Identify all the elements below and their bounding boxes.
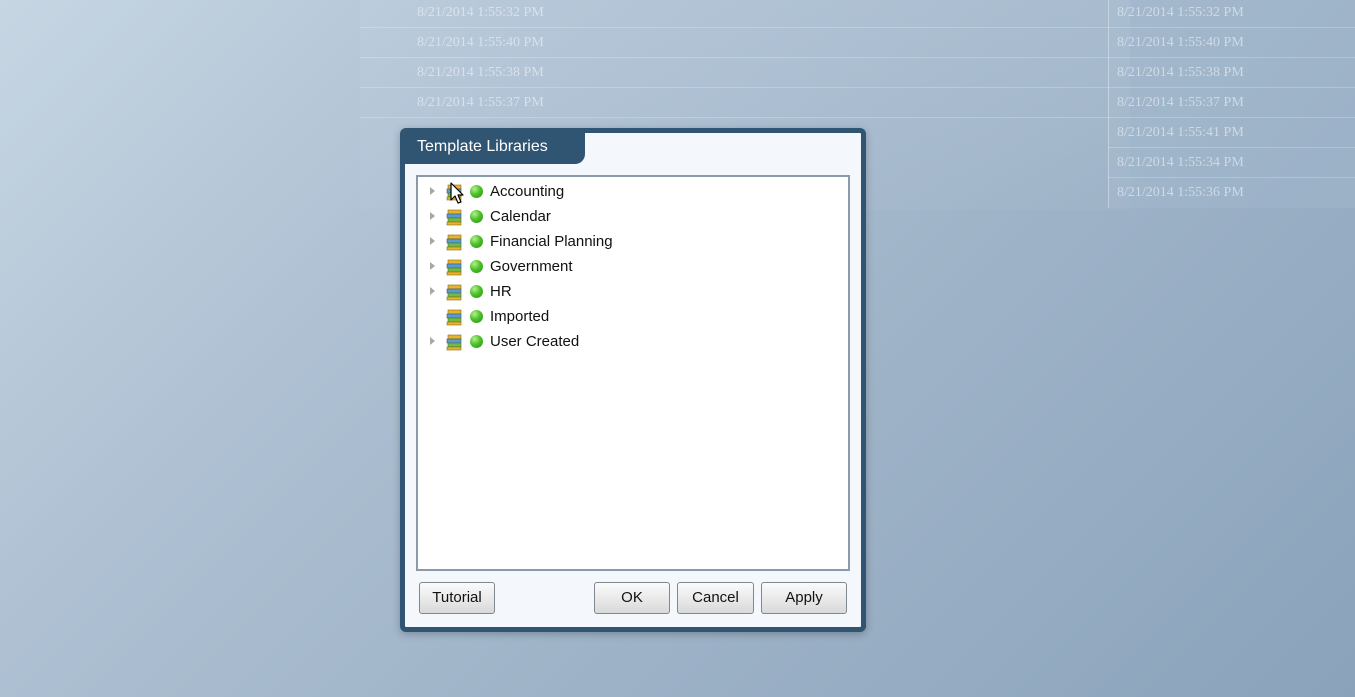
library-books-icon: [446, 234, 462, 251]
library-books-icon: [446, 334, 462, 351]
ok-button[interactable]: OK: [594, 582, 670, 614]
tree-item-label: Government: [490, 258, 573, 275]
status-green-icon: [470, 260, 483, 273]
expand-arrow-icon[interactable]: [430, 262, 435, 270]
library-books-icon: [446, 209, 462, 226]
library-books-icon: [446, 309, 462, 326]
library-books-icon: [446, 259, 462, 276]
library-tree[interactable]: Accounting Calendar Financial Planning G…: [416, 175, 850, 571]
status-green-icon: [470, 310, 483, 323]
background-divider: [360, 27, 1355, 28]
background-time: 8/21/2014 1:55:37 PM: [417, 95, 544, 110]
tree-item-user-created[interactable]: User Created: [418, 330, 838, 354]
background-time: 8/21/2014 1:55:38 PM: [1117, 65, 1244, 80]
status-green-icon: [470, 210, 483, 223]
status-green-icon: [470, 335, 483, 348]
template-libraries-dialog: Template Libraries Accounting Calendar F…: [400, 128, 866, 632]
background-divider: [360, 117, 1355, 118]
background-time: 8/21/2014 1:55:40 PM: [417, 35, 544, 50]
background-time: 8/21/2014 1:55:36 PM: [1117, 185, 1244, 200]
tree-item-government[interactable]: Government: [418, 255, 838, 279]
background-time: 8/21/2014 1:55:41 PM: [1117, 125, 1244, 140]
mouse-pointer-icon: [450, 182, 464, 204]
expand-arrow-icon[interactable]: [430, 287, 435, 295]
background-divider: [1108, 147, 1355, 148]
background-time: 8/21/2014 1:55:40 PM: [1117, 35, 1244, 50]
tree-item-label: Financial Planning: [490, 233, 613, 250]
background-time: 8/21/2014 1:55:38 PM: [417, 65, 544, 80]
background-divider: [1108, 177, 1355, 178]
expand-arrow-icon[interactable]: [430, 212, 435, 220]
dialog-title: Template Libraries: [404, 132, 585, 164]
status-green-icon: [470, 285, 483, 298]
tree-item-label: Calendar: [490, 208, 551, 225]
status-green-icon: [470, 185, 483, 198]
tree-item-label: HR: [490, 283, 512, 300]
background-divider: [360, 57, 1355, 58]
background-time: 8/21/2014 1:55:32 PM: [1117, 5, 1244, 20]
expand-arrow-icon[interactable]: [430, 237, 435, 245]
tutorial-button[interactable]: Tutorial: [419, 582, 495, 614]
status-green-icon: [470, 235, 483, 248]
expand-arrow-icon[interactable]: [430, 337, 435, 345]
tree-item-hr[interactable]: HR: [418, 280, 838, 304]
tree-item-label: User Created: [490, 333, 580, 350]
tree-item-financial-planning[interactable]: Financial Planning: [418, 230, 838, 254]
tree-item-imported[interactable]: Imported: [418, 305, 838, 329]
apply-button[interactable]: Apply: [761, 582, 847, 614]
library-books-icon: [446, 284, 462, 301]
tree-item-label: Imported: [490, 308, 550, 325]
background-time: 8/21/2014 1:55:32 PM: [417, 5, 544, 20]
tree-item-calendar[interactable]: Calendar: [418, 205, 838, 229]
tree-item-label: Accounting: [490, 183, 565, 200]
expand-arrow-icon[interactable]: [430, 187, 435, 195]
background-time: 8/21/2014 1:55:37 PM: [1117, 95, 1244, 110]
cancel-button[interactable]: Cancel: [677, 582, 754, 614]
background-time: 8/21/2014 1:55:34 PM: [1117, 155, 1244, 170]
background-divider: [360, 87, 1355, 88]
tree-item-accounting[interactable]: Accounting: [418, 180, 838, 204]
